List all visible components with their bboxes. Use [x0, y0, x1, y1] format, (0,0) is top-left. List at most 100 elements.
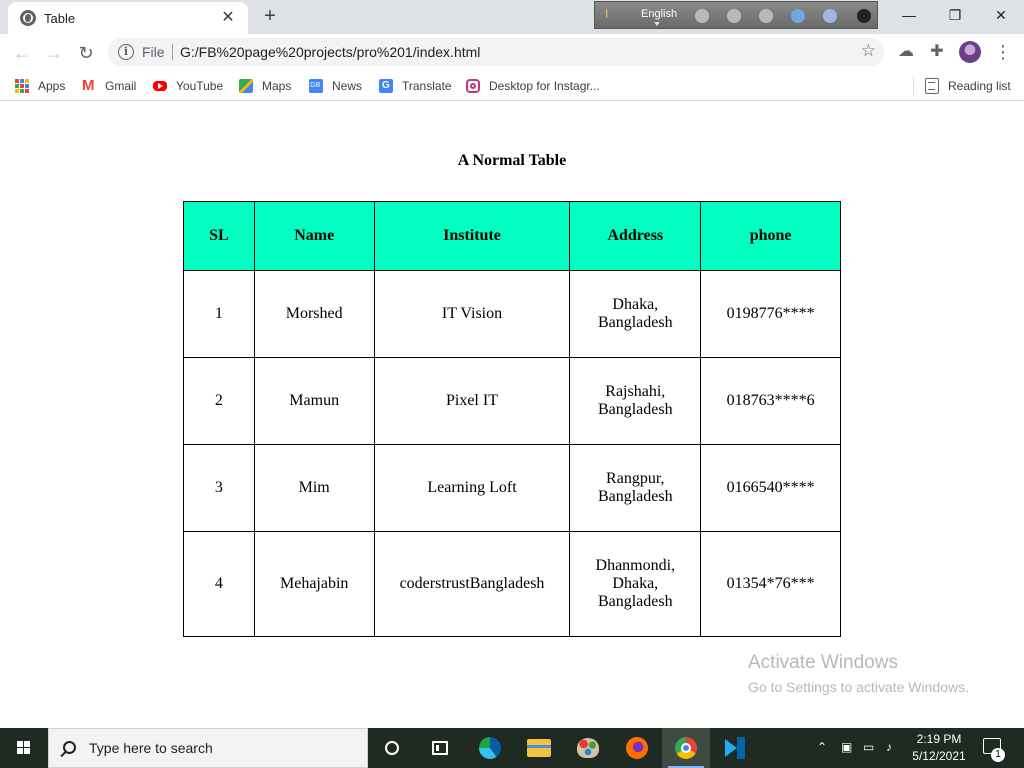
start-button[interactable]	[0, 728, 48, 768]
new-tab-button[interactable]: +	[258, 4, 282, 28]
file-explorer-icon	[527, 739, 551, 757]
taskbar-paint[interactable]	[564, 728, 612, 768]
clock-time: 2:19 PM	[916, 732, 962, 746]
address-line: Bangladesh	[597, 488, 673, 505]
address-line: Bangladesh	[597, 401, 673, 418]
close-window-button[interactable]: ✕	[978, 0, 1024, 30]
language-bar[interactable]: ا English	[594, 1, 878, 29]
bookmark-star-icon[interactable]: ☆	[861, 41, 876, 61]
tab-close-button[interactable]: ✕	[218, 8, 238, 28]
cell-phone: 0166540****	[700, 444, 841, 532]
cell-phone: 018763****6	[700, 357, 841, 445]
news-icon	[309, 79, 323, 93]
bookmark-label: Apps	[38, 79, 66, 93]
cloud-upload-icon[interactable]: ☁	[896, 42, 916, 62]
back-arrow-icon[interactable]: ←	[8, 39, 36, 67]
task-view-button[interactable]	[416, 728, 464, 768]
ie-icon[interactable]	[791, 9, 805, 23]
omnibox-divider	[172, 44, 173, 60]
table-header-row: SL Name Institute Address phone	[183, 201, 841, 271]
cell-institute: Learning Loft	[373, 444, 571, 532]
cell-name: Mamun	[253, 357, 375, 445]
bookmark-label: News	[332, 79, 363, 93]
more-menu-icon[interactable]: ⋮	[994, 42, 1012, 62]
clock-date: 5/12/2021	[912, 749, 966, 763]
keyboard-icon[interactable]	[695, 9, 709, 23]
meet-now-icon[interactable]: ▣	[841, 740, 852, 754]
url-text[interactable]: G:/FB%20page%20projects/pro%201/index.ht…	[180, 44, 480, 60]
vscode-icon	[725, 737, 747, 759]
gmail-icon: M	[82, 77, 95, 94]
chevron-up-icon[interactable]: ⌃	[817, 740, 827, 754]
taskbar-edge[interactable]	[466, 728, 514, 768]
chrome-icon	[675, 737, 697, 759]
taskbar-file-explorer[interactable]	[515, 728, 563, 768]
address-bar[interactable]: i File G:/FB%20page%20projects/pro%201/i…	[108, 38, 884, 66]
cortana-button[interactable]	[368, 728, 416, 768]
column-header-sl: SL	[183, 201, 255, 271]
cell-sl: 4	[183, 531, 255, 637]
bookmark-apps[interactable]: Apps	[15, 76, 71, 96]
table-row: 4 Mehajabin coderstrustBangladesh Dhanmo…	[183, 531, 841, 637]
cell-phone: 01354*76***	[700, 531, 841, 637]
network-icon[interactable]: ▭	[863, 740, 874, 754]
cell-address: Rangpur, Bangladesh	[569, 444, 702, 532]
bookmark-gmail[interactable]: M Gmail	[82, 76, 142, 96]
volume-icon[interactable]: ♪	[886, 740, 892, 754]
taskbar-vscode[interactable]	[711, 728, 759, 768]
bookmark-translate[interactable]: Translate	[379, 76, 453, 96]
cortana-icon	[385, 741, 399, 755]
bookmark-maps[interactable]: Maps	[239, 76, 295, 96]
browser-tab[interactable]: Table ✕	[8, 2, 248, 34]
search-icon	[63, 741, 76, 754]
handwriting-icon[interactable]	[727, 9, 741, 23]
input-method-icon[interactable]: ا	[605, 7, 608, 21]
bookmark-label: Maps	[262, 79, 292, 93]
extensions-puzzle-icon[interactable]: ✚	[927, 42, 947, 62]
chevron-down-icon	[654, 22, 660, 26]
column-header-institute: Institute	[373, 201, 571, 271]
instagram-icon	[466, 79, 480, 93]
maps-icon	[239, 79, 253, 93]
apps-grid-icon	[15, 79, 29, 93]
address-line: Rajshahi,	[605, 383, 666, 400]
cell-sl: 2	[183, 357, 255, 445]
cell-phone: 0198776****	[700, 270, 841, 358]
settings-gear-icon[interactable]	[759, 9, 773, 23]
dropdown-icon[interactable]	[857, 9, 871, 23]
table-row: 3 Mim Learning Loft Rangpur, Bangladesh …	[183, 444, 841, 532]
bookmark-news[interactable]: News	[309, 76, 365, 96]
taskbar-search-box[interactable]: Type here to search	[48, 728, 368, 768]
bookmark-label: Desktop for Instagr...	[489, 79, 600, 93]
system-clock[interactable]: 2:19 PM 5/12/2021	[904, 731, 974, 765]
tab-title: Table	[44, 11, 76, 26]
taskbar-chrome[interactable]	[662, 728, 710, 768]
bookmark-label: Gmail	[105, 79, 137, 93]
bookmark-youtube[interactable]: YouTube	[153, 76, 227, 96]
search-placeholder: Type here to search	[89, 740, 213, 756]
forward-arrow-icon[interactable]: →	[40, 39, 68, 67]
cell-institute: IT Vision	[373, 270, 571, 358]
site-info-icon[interactable]: i	[118, 44, 134, 60]
minimize-button[interactable]: —	[886, 0, 932, 30]
reading-list-button[interactable]: Reading list	[925, 76, 1015, 96]
address-line: Dhaka,	[612, 296, 659, 313]
bookmark-instagram[interactable]: Desktop for Instagr...	[466, 76, 606, 96]
taskbar-firefox[interactable]	[613, 728, 661, 768]
restore-button[interactable]: ❐	[932, 0, 978, 30]
help-icon[interactable]	[823, 9, 837, 23]
cell-name: Mehajabin	[253, 531, 375, 637]
windows-logo-icon	[17, 741, 30, 754]
address-line: Dhaka,	[612, 575, 659, 592]
translate-icon	[379, 79, 393, 93]
language-label[interactable]: English	[641, 8, 677, 20]
cell-address: Rajshahi, Bangladesh	[569, 357, 702, 445]
profile-avatar[interactable]	[959, 41, 981, 63]
column-header-phone: phone	[700, 201, 841, 271]
column-header-address: Address	[569, 201, 702, 271]
notification-count-badge: 1	[991, 748, 1005, 762]
reload-icon[interactable]: ↻	[72, 39, 100, 67]
cell-sl: 3	[183, 444, 255, 532]
cell-address: Dhanmondi, Dhaka, Bangladesh	[569, 531, 702, 637]
cell-address: Dhaka, Bangladesh	[569, 270, 702, 358]
